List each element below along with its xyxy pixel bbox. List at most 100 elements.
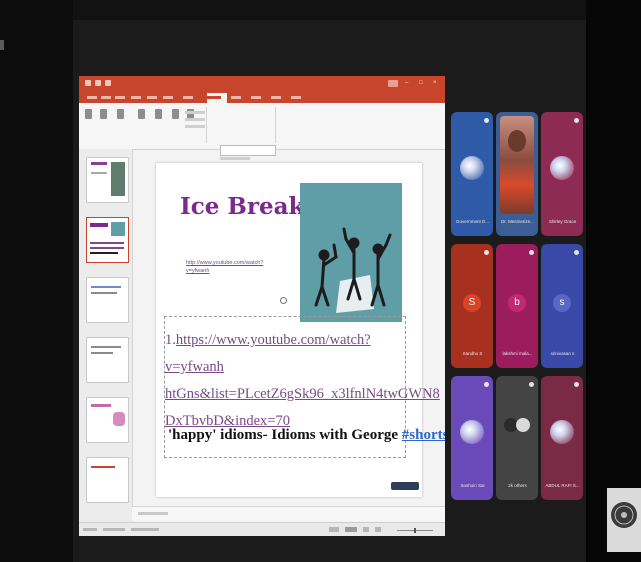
sorter-view-icon[interactable] (363, 527, 369, 532)
participant-name: Dr. Mesmerize... (501, 219, 534, 224)
checkbox-group[interactable] (185, 125, 205, 128)
participant-name: Shirley Grace (548, 219, 577, 224)
mic-muted-icon (529, 382, 534, 387)
ribbon-tab[interactable] (101, 96, 111, 99)
notes-pane[interactable] (132, 506, 445, 521)
ribbon-tab[interactable] (163, 96, 173, 99)
checkbox-group[interactable] (185, 118, 205, 121)
minimize-icon[interactable]: – (405, 80, 408, 86)
slide-thumbnail[interactable] (86, 337, 129, 383)
mic-muted-icon (484, 118, 489, 123)
ribbon-tab[interactable] (131, 96, 141, 99)
participant-avatar-letter: S (463, 294, 481, 312)
participant-name: srinivasan s (550, 351, 575, 356)
participant-tile[interactable]: Shirley Grace (541, 112, 583, 236)
slide-count-status (83, 528, 97, 531)
slide-thumbnail[interactable] (86, 277, 129, 323)
participant-tile[interactable]: Dr. Mesmerize... (496, 112, 538, 236)
slide-thumbnail-selected[interactable] (86, 217, 129, 263)
present-online-icon[interactable] (117, 109, 124, 119)
ribbon-tab[interactable] (231, 96, 241, 99)
participant-tile[interactable]: s srinivasan s (541, 244, 583, 368)
autosave-icon[interactable] (85, 80, 91, 86)
use-presenter-view-checkbox[interactable] (220, 157, 250, 160)
undo-icon[interactable] (105, 80, 111, 86)
ribbon-tab[interactable] (291, 96, 301, 99)
link-line-2[interactable]: htGns&list=PLcetZ6gSk96_x3lfnlN4twGWN8 (165, 386, 440, 402)
left-dark-bar (0, 0, 73, 562)
participant-tile[interactable]: S Sandhu S (451, 244, 493, 368)
maximize-icon[interactable]: □ (419, 80, 423, 86)
participant-name: lakshmi mala... (502, 351, 533, 356)
mic-muted-icon (574, 382, 579, 387)
hashtag-link[interactable]: #shorts (402, 427, 445, 443)
ribbon-tab[interactable] (147, 96, 157, 99)
ribbon-divider (206, 107, 207, 143)
participant-tile[interactable]: Soshoin Sai (451, 376, 493, 500)
close-icon[interactable]: × (433, 80, 437, 86)
monitor-select[interactable] (220, 145, 276, 156)
save-icon[interactable] (95, 80, 101, 86)
participant-name: Government D... (455, 219, 489, 224)
ribbon (79, 103, 445, 160)
participant-avatar-image (460, 156, 484, 180)
accessibility-status[interactable] (131, 528, 159, 531)
link-line-1[interactable]: https://www.youtube.com/watch?v=yfwanh (165, 332, 371, 375)
logo-emblem-icon (611, 502, 637, 528)
ribbon-tab[interactable] (207, 96, 221, 99)
participant-tile[interactable]: b lakshmi mala... (496, 244, 538, 368)
reading-view-icon[interactable] (375, 527, 381, 532)
participant-avatar-letter: b (508, 294, 526, 312)
notes-placeholder (138, 512, 168, 515)
others-avatar (516, 418, 530, 432)
participant-name: 2k others (508, 483, 527, 488)
ribbon-tab[interactable] (183, 96, 193, 99)
youtube-link-text[interactable]: 1.https://www.youtube.com/watch?v=yfwanh… (165, 327, 440, 435)
status-bar (79, 522, 445, 536)
powerpoint-window[interactable]: – □ × Ice Breaker http://www.youtube.com… (79, 76, 445, 536)
caption-text: 'happy' idioms- Idioms with George (168, 427, 402, 443)
slide-small-link[interactable]: http://www.youtube.com/watch?v=yfwanh (186, 259, 281, 275)
ice-breaker-illustration[interactable] (300, 183, 402, 322)
slide-canvas[interactable]: Ice Breaker http://www.youtube.com/watch… (156, 163, 445, 497)
zoom-slider-thumb[interactable] (414, 528, 416, 533)
mic-muted-icon (484, 382, 489, 387)
participant-video (500, 116, 534, 214)
normal-view-icon[interactable] (345, 527, 357, 532)
slide-corner-badge[interactable] (391, 482, 419, 490)
rotation-handle[interactable] (280, 297, 287, 304)
corner-logo (607, 488, 641, 552)
participant-name: ABDUL RAFI S... (545, 483, 580, 488)
right-dark-bar (586, 0, 641, 562)
ribbon-tab[interactable] (251, 96, 261, 99)
ribbon-tab[interactable] (87, 96, 97, 99)
ribbon-tab[interactable] (115, 96, 125, 99)
from-current-slide-icon[interactable] (100, 109, 107, 119)
participant-tile[interactable]: ABDUL RAFI S... (541, 376, 583, 500)
from-beginning-icon[interactable] (85, 109, 92, 119)
participant-avatar-image (550, 156, 574, 180)
participant-tile[interactable]: Government D... (451, 112, 493, 236)
custom-show-icon[interactable] (138, 109, 145, 119)
notes-toggle[interactable] (329, 527, 339, 532)
set-up-show-icon[interactable] (155, 109, 162, 119)
participant-avatar-image (460, 420, 484, 444)
participant-name: Sandhu S (462, 351, 483, 356)
mic-muted-icon (574, 118, 579, 123)
participant-avatar-letter: s (553, 294, 571, 312)
meeting-top-bar (73, 0, 586, 20)
mic-muted-icon (574, 250, 579, 255)
video-caption[interactable]: 'happy' idioms- Idioms with George #shor… (168, 427, 445, 444)
slide-thumbnails-pane (79, 149, 133, 522)
participant-tile[interactable]: 2k others (496, 376, 538, 500)
checkbox-group[interactable] (185, 111, 205, 114)
ppt-title-bar: – □ × (79, 76, 445, 93)
mic-muted-icon (529, 250, 534, 255)
ribbon-tab[interactable] (271, 96, 281, 99)
slide-thumbnail[interactable] (86, 457, 129, 503)
hide-slide-icon[interactable] (172, 109, 179, 119)
language-status (103, 528, 125, 531)
slide-thumbnail[interactable] (86, 157, 129, 203)
user-account-button[interactable] (388, 80, 398, 87)
slide-thumbnail[interactable] (86, 397, 129, 443)
